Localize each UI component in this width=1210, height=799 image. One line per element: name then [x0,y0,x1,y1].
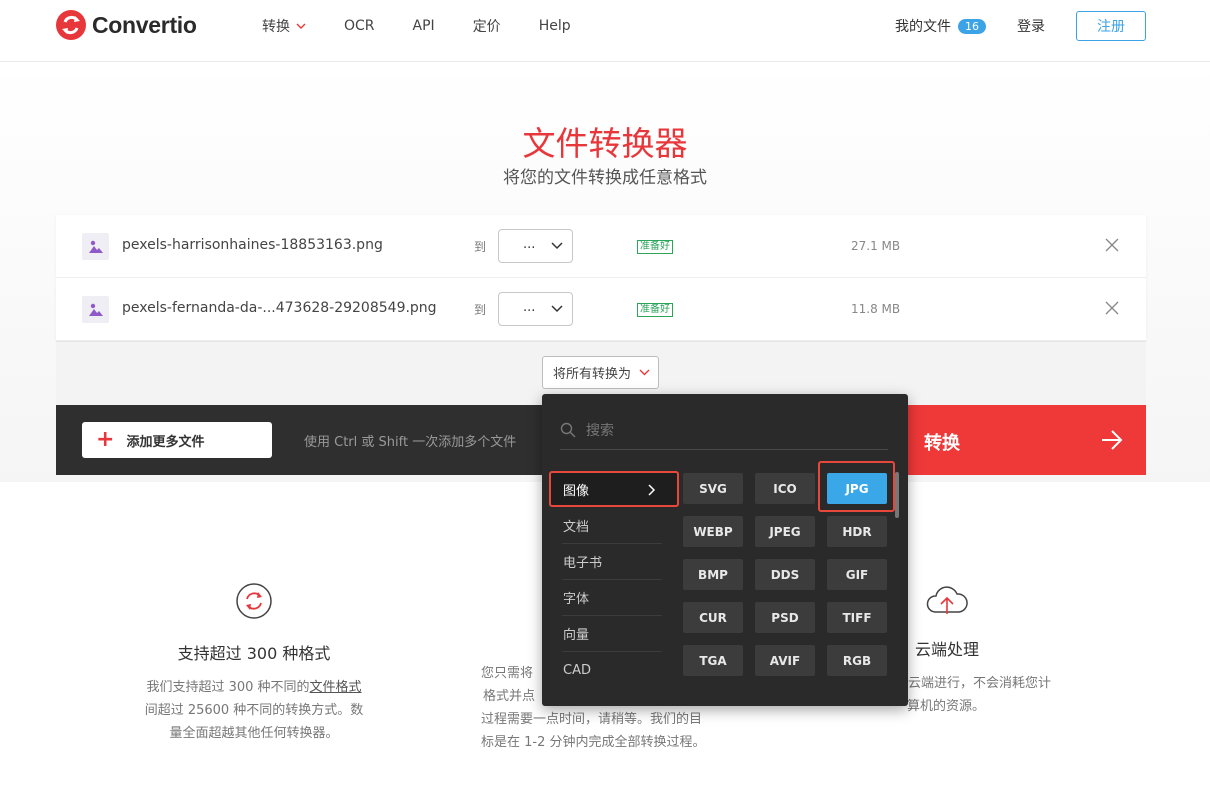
file-name: pexels-harrisonhaines-18853163.png [122,237,383,253]
arrow-right-icon [1102,430,1123,450]
feature-line: 在云端进行，不会消耗您计 [895,676,1052,691]
feature-line: 您只需将 [481,666,534,681]
nav-convert-label: 转换 [262,19,290,35]
close-icon[interactable] [1104,300,1120,316]
feature-line: 过程需要一点时间，请稍等。我们的目 [481,712,703,727]
format-select-value: ... [523,300,536,315]
my-files-label: 我的文件 [895,19,951,35]
file-size: 27.1 MB [851,239,901,253]
nav-ocr[interactable]: OCR [344,18,375,34]
category-cad[interactable]: CAD [562,652,662,688]
nav-help[interactable]: Help [539,18,571,34]
format-select[interactable]: ... [498,292,573,326]
image-file-icon [82,296,109,323]
file-row: pexels-harrisonhaines-18853163.png 到 ...… [56,215,1146,278]
my-files-link[interactable]: 我的文件 16 [895,16,986,36]
feature-title: 云端处理 [915,640,980,659]
feature-description: 在云端进行，不会消耗您计 算机的资源。 [895,672,1085,718]
cloud-upload-icon [926,586,968,614]
format-bmp[interactable]: BMP [683,559,743,590]
status-badge: 准备好 [637,240,673,254]
login-link[interactable]: 登录 [1017,16,1045,36]
nav-api[interactable]: API [413,18,435,34]
feature-line: 量全面超越其他任何转换器。 [169,726,339,741]
to-label: 到 [474,240,487,254]
convertio-logo[interactable]: Convertio [56,10,197,40]
format-dds[interactable]: DDS [755,559,815,590]
format-jpeg[interactable]: JPEG [755,516,815,547]
to-label: 到 [474,303,487,317]
image-file-icon [82,233,109,260]
plus-icon: + [96,427,115,452]
selected-format-highlight [818,461,895,512]
format-rgb[interactable]: RGB [827,645,887,676]
my-files-count-badge: 16 [958,18,986,34]
search-icon [560,422,576,437]
feature-line: 格式并点 [483,689,536,704]
signup-button[interactable]: 注册 [1076,11,1146,41]
search-placeholder: 搜索 [586,422,614,439]
nav-convert[interactable]: 转换 [262,16,306,36]
add-more-label: 添加更多文件 [126,434,205,450]
feature-line: 标是在 1-2 分钟内完成全部转换过程。 [481,735,706,750]
format-tiff[interactable]: TIFF [827,602,887,633]
format-svg[interactable]: SVG [683,473,743,504]
refresh-icon [236,583,272,619]
main-nav: 转换 OCR API 定价 Help [262,0,609,52]
format-cur[interactable]: CUR [683,602,743,633]
add-more-files-button[interactable]: + 添加更多文件 [82,422,272,458]
chevron-down-icon [551,242,563,250]
convert-label: 转换 [924,433,960,454]
format-ico[interactable]: ICO [755,473,815,504]
chevron-down-icon [551,305,563,313]
convert-all-button[interactable]: 将所有转换为 [542,356,659,389]
format-hdr[interactable]: HDR [827,516,887,547]
feature-line: 算机的资源。 [907,699,986,714]
chevron-down-icon [296,23,306,29]
dropdown-scrollbar[interactable] [895,472,899,518]
feature-title: 支持超过 300 种格式 [177,644,331,663]
file-name: pexels-fernanda-da-...473628-29208549.pn… [122,300,437,316]
file-formats-link[interactable]: 文件格式 [310,680,362,695]
add-files-hint: 使用 Ctrl 或 Shift 一次添加多个文件 [304,435,517,450]
category-image[interactable]: 图像 [549,471,679,507]
category-font[interactable]: 字体 [562,580,662,616]
category-label: 图像 [563,483,590,499]
convert-button[interactable]: 转换 [906,405,1146,475]
feature-cloud: 云端处理 在云端进行，不会消耗您计 算机的资源。 [895,584,1085,718]
top-header: Convertio 转换 OCR API 定价 Help 我的文件 16 登录 … [0,0,1210,62]
format-select[interactable]: ... [498,229,573,263]
chevron-down-icon [639,369,650,376]
feature-description: 我们支持超过 300 种不同的文件格式 间超过 25600 种不同的转换方式。数… [120,676,388,745]
page-subtitle: 将您的文件转换成任意格式 [503,168,707,188]
feature-line: 间超过 25600 种不同的转换方式。数 [144,703,364,718]
format-select-value: ... [523,237,536,252]
close-icon[interactable] [1104,237,1120,253]
category-ebook[interactable]: 电子书 [562,544,662,580]
format-avif[interactable]: AVIF [755,645,815,676]
feature-line: 我们支持超过 300 种不同的 [146,680,310,695]
category-vector[interactable]: 向量 [562,616,662,652]
file-size: 11.8 MB [851,302,901,316]
page-title: 文件转换器 [522,124,688,163]
category-document[interactable]: 文档 [562,508,662,544]
logo-icon [56,10,86,40]
feature-formats: 支持超过 300 种格式 我们支持超过 300 种不同的文件格式 间超过 256… [120,582,388,745]
format-psd[interactable]: PSD [755,602,815,633]
file-row: pexels-fernanda-da-...473628-29208549.pn… [56,278,1146,341]
nav-pricing[interactable]: 定价 [473,16,501,36]
convert-all-label: 将所有转换为 [553,367,632,382]
status-badge: 准备好 [637,303,673,317]
format-search[interactable]: 搜索 [560,410,888,450]
format-webp[interactable]: WEBP [683,516,743,547]
format-gif[interactable]: GIF [827,559,887,590]
chevron-right-icon [648,484,656,496]
format-tga[interactable]: TGA [683,645,743,676]
brand-name: Convertio [92,11,197,38]
file-list: pexels-harrisonhaines-18853163.png 到 ...… [56,215,1146,341]
